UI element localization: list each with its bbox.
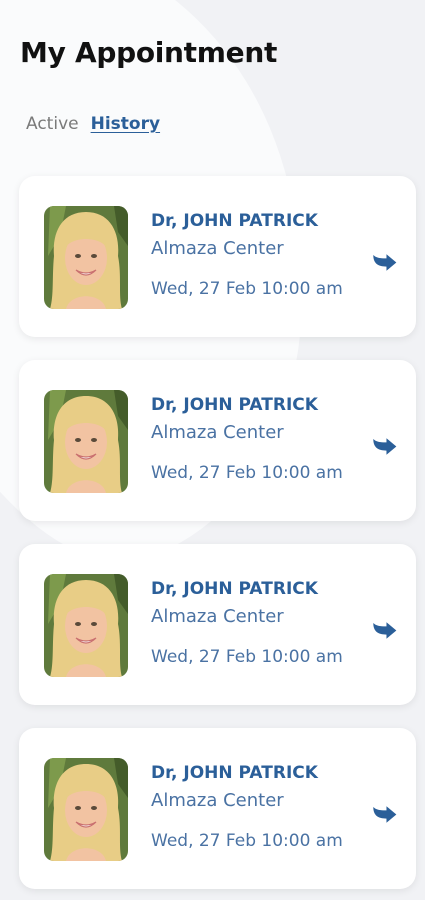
- appointment-card[interactable]: Dr, JOHN PATRICK Almaza Center Wed, 27 F…: [19, 360, 416, 521]
- appointment-info: Dr, JOHN PATRICK Almaza Center Wed, 27 F…: [151, 211, 343, 300]
- appointment-datetime: Wed, 27 Feb 10:00 am: [151, 279, 343, 299]
- center-name: Almaza Center: [151, 790, 284, 811]
- center-name: Almaza Center: [151, 606, 284, 627]
- doctor-name: Dr, JOHN PATRICK: [151, 579, 318, 599]
- share-button[interactable]: [367, 432, 401, 460]
- page-title: My Appointment: [20, 36, 278, 69]
- appointment-info: Dr, JOHN PATRICK Almaza Center Wed, 27 F…: [151, 395, 343, 484]
- appointment-card[interactable]: Dr, JOHN PATRICK Almaza Center Wed, 27 F…: [19, 728, 416, 889]
- appointment-datetime: Wed, 27 Feb 10:00 am: [151, 647, 343, 667]
- doctor-avatar: [44, 574, 128, 677]
- appointment-info: Dr, JOHN PATRICK Almaza Center Wed, 27 F…: [151, 763, 343, 852]
- share-button[interactable]: [367, 616, 401, 644]
- doctor-name: Dr, JOHN PATRICK: [151, 763, 318, 783]
- share-arrow-icon: [370, 800, 398, 828]
- page-header: My Appointment: [20, 36, 277, 69]
- share-arrow-icon: [370, 432, 398, 460]
- doctor-name: Dr, JOHN PATRICK: [151, 395, 318, 415]
- tab-active[interactable]: Active: [26, 114, 79, 134]
- share-button[interactable]: [367, 800, 401, 828]
- share-button[interactable]: [367, 248, 401, 276]
- tab-history[interactable]: History: [91, 114, 160, 134]
- appointment-info: Dr, JOHN PATRICK Almaza Center Wed, 27 F…: [151, 579, 343, 668]
- doctor-avatar: [44, 390, 128, 493]
- appointment-card[interactable]: Dr, JOHN PATRICK Almaza Center Wed, 27 F…: [19, 176, 416, 337]
- doctor-name: Dr, JOHN PATRICK: [151, 211, 318, 231]
- tab-bar: Active History: [26, 114, 160, 134]
- share-arrow-icon: [370, 616, 398, 644]
- doctor-avatar: [44, 206, 128, 309]
- center-name: Almaza Center: [151, 238, 284, 259]
- share-arrow-icon: [370, 248, 398, 276]
- appointment-datetime: Wed, 27 Feb 10:00 am: [151, 463, 343, 483]
- appointment-card[interactable]: Dr, JOHN PATRICK Almaza Center Wed, 27 F…: [19, 544, 416, 705]
- center-name: Almaza Center: [151, 422, 284, 443]
- doctor-avatar: [44, 758, 128, 861]
- appointment-datetime: Wed, 27 Feb 10:00 am: [151, 831, 343, 851]
